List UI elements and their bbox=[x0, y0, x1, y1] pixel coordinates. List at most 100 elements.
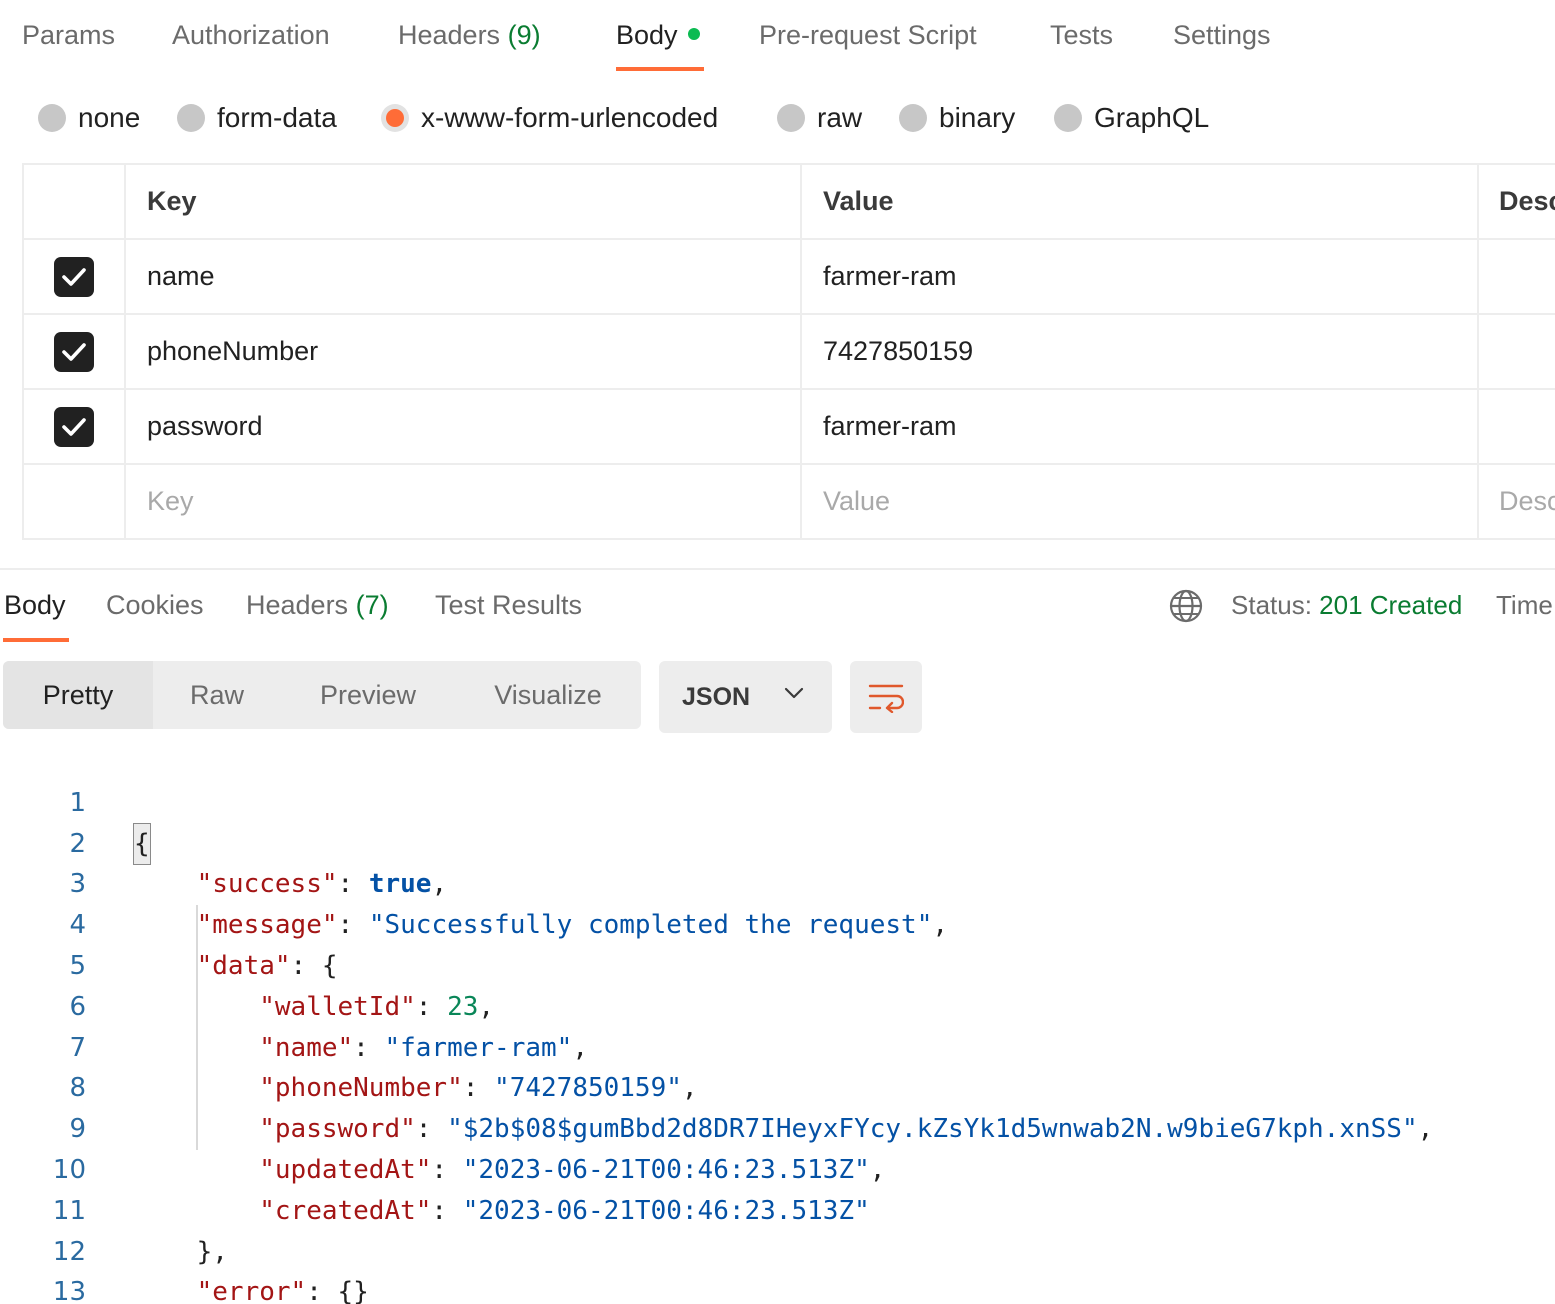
view-mode-pretty[interactable]: Pretty bbox=[3, 661, 153, 729]
tab-body[interactable]: Body bbox=[616, 18, 700, 52]
code-line: 11 }, bbox=[0, 1150, 1555, 1267]
code-line: 3 "message": "Successfully completed the… bbox=[0, 824, 1555, 940]
globe-icon[interactable] bbox=[1168, 588, 1204, 624]
tab-headers[interactable]: Headers (9) bbox=[398, 18, 541, 52]
tab-tests-label: Tests bbox=[1050, 20, 1114, 50]
pane-divider[interactable] bbox=[0, 568, 1555, 570]
response-active-tab-indicator bbox=[3, 638, 69, 642]
new-description-input[interactable]: Desc bbox=[1479, 465, 1555, 538]
radio-circle-selected bbox=[381, 104, 409, 132]
tab-authorization-label: Authorization bbox=[172, 20, 330, 50]
code-line: 2 "success": true, bbox=[0, 783, 1555, 900]
table-row-new: Key Value Desc bbox=[24, 465, 1555, 540]
code-line: 13 } bbox=[0, 1232, 1555, 1304]
row-check-cell bbox=[24, 240, 126, 313]
row-description[interactable] bbox=[1479, 390, 1555, 463]
code-line: 6 "name": "farmer-ram", bbox=[0, 946, 1555, 1063]
format-dropdown[interactable]: JSON bbox=[659, 661, 832, 733]
body-modified-dot bbox=[687, 27, 700, 40]
row-description[interactable] bbox=[1479, 315, 1555, 388]
radio-urlencoded-label: x-www-form-urlencoded bbox=[421, 102, 719, 133]
code-line: 8 "password": "$2b$08$gumBbd2d8DR7IHeyxF… bbox=[0, 1028, 1555, 1144]
wrap-lines-icon bbox=[868, 684, 904, 713]
table-row: password farmer-ram bbox=[24, 390, 1555, 465]
row-check-cell bbox=[24, 390, 126, 463]
code-line: 10 "createdAt": "2023-06-21T00:46:23.513… bbox=[0, 1109, 1555, 1226]
row-enabled-checkbox[interactable] bbox=[54, 406, 94, 447]
response-tab-body-label: Body bbox=[4, 590, 66, 620]
row-value[interactable]: farmer-ram bbox=[802, 390, 1479, 463]
radio-graphql-label: GraphQL bbox=[1094, 102, 1210, 133]
body-type-selector: none form-data x-www-form-urlencoded raw… bbox=[0, 95, 1555, 141]
active-tab-indicator bbox=[616, 67, 704, 71]
tab-authorization[interactable]: Authorization bbox=[172, 18, 330, 52]
tab-pre-request-script[interactable]: Pre-request Script bbox=[759, 18, 977, 52]
new-value-input[interactable]: Value bbox=[802, 465, 1479, 538]
radio-form-data[interactable]: form-data bbox=[177, 95, 337, 141]
row-key[interactable]: password bbox=[126, 390, 802, 463]
response-tab-headers-count: (7) bbox=[355, 590, 389, 620]
header-check-cell bbox=[24, 165, 126, 238]
response-tab-headers[interactable]: Headers (7) bbox=[246, 588, 389, 622]
radio-circle bbox=[177, 104, 205, 132]
row-key[interactable]: name bbox=[126, 240, 802, 313]
response-status: Status: 201 Created bbox=[1231, 590, 1462, 621]
response-time[interactable]: Time bbox=[1496, 590, 1553, 621]
response-tab-test-results-label: Test Results bbox=[435, 590, 583, 620]
response-body-viewer[interactable]: 1 { 2 "success": true, 3 "message": "Suc… bbox=[0, 742, 1555, 1304]
tab-tests[interactable]: Tests bbox=[1050, 18, 1113, 52]
response-tab-cookies[interactable]: Cookies bbox=[106, 588, 204, 622]
request-tabs: Params Authorization Headers (9) Body Pr… bbox=[0, 0, 1555, 78]
tab-pre-request-script-label: Pre-request Script bbox=[759, 20, 977, 50]
header-value: Value bbox=[802, 165, 1479, 238]
header-key: Key bbox=[126, 165, 802, 238]
tab-settings-label: Settings bbox=[1173, 20, 1271, 50]
radio-circle bbox=[899, 104, 927, 132]
view-mode-raw[interactable]: Raw bbox=[153, 661, 281, 729]
radio-graphql[interactable]: GraphQL bbox=[1054, 95, 1209, 141]
chevron-down-icon bbox=[784, 687, 804, 699]
radio-binary[interactable]: binary bbox=[899, 95, 1015, 141]
checkmark-icon bbox=[62, 342, 86, 361]
tab-body-label: Body bbox=[616, 20, 678, 50]
row-check-cell bbox=[24, 465, 126, 538]
radio-circle bbox=[1054, 104, 1082, 132]
checkmark-icon bbox=[62, 417, 86, 436]
view-mode-preview[interactable]: Preview bbox=[281, 661, 455, 729]
row-key[interactable]: phoneNumber bbox=[126, 315, 802, 388]
row-enabled-checkbox[interactable] bbox=[54, 331, 94, 372]
row-value[interactable]: 7427850159 bbox=[802, 315, 1479, 388]
tab-settings[interactable]: Settings bbox=[1173, 18, 1271, 52]
tab-headers-label: Headers bbox=[398, 20, 501, 50]
radio-raw[interactable]: raw bbox=[777, 95, 862, 141]
response-tab-test-results[interactable]: Test Results bbox=[435, 588, 582, 622]
code-line: 7 "phoneNumber": "7427850159", bbox=[0, 987, 1555, 1104]
table-header-row: Key Value Desc bbox=[24, 165, 1555, 240]
radio-none[interactable]: none bbox=[38, 95, 140, 141]
new-key-input[interactable]: Key bbox=[126, 465, 802, 538]
checkmark-icon bbox=[62, 267, 86, 286]
radio-x-www-form-urlencoded[interactable]: x-www-form-urlencoded bbox=[381, 95, 718, 141]
urlencoded-params-table: Key Value Desc name farmer-ram phoneNumb… bbox=[22, 163, 1555, 540]
radio-form-data-label: form-data bbox=[217, 102, 337, 133]
radio-raw-label: raw bbox=[817, 102, 863, 133]
view-mode-visualize[interactable]: Visualize bbox=[455, 661, 641, 729]
line-content: "error": {} bbox=[134, 1272, 369, 1304]
table-row: name farmer-ram bbox=[24, 240, 1555, 315]
code-line: 5 "walletId": 23, bbox=[0, 905, 1555, 1022]
row-description[interactable] bbox=[1479, 240, 1555, 313]
code-line: 4 "data": { bbox=[0, 864, 1555, 981]
code-line: 1 { bbox=[0, 742, 1555, 866]
row-enabled-checkbox[interactable] bbox=[54, 256, 94, 297]
json-key: "error" bbox=[196, 1277, 307, 1304]
json-object: {} bbox=[337, 1277, 369, 1304]
wrap-lines-button[interactable] bbox=[850, 661, 922, 733]
response-tab-body[interactable]: Body bbox=[4, 588, 66, 622]
tab-headers-count: (9) bbox=[507, 20, 541, 50]
row-value[interactable]: farmer-ram bbox=[802, 240, 1479, 313]
radio-binary-label: binary bbox=[939, 102, 1016, 133]
view-mode-segmented-control: Pretty Raw Preview Visualize bbox=[3, 661, 641, 729]
status-value[interactable]: 201 Created bbox=[1319, 590, 1462, 620]
tab-params-label: Params bbox=[22, 20, 116, 50]
tab-params[interactable]: Params bbox=[22, 18, 115, 52]
